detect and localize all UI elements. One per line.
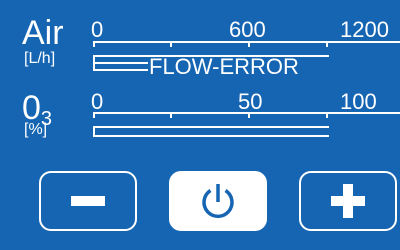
plus-icon	[331, 184, 365, 218]
ozone-unit: [%]	[24, 121, 48, 138]
air-tick-0: 0	[91, 17, 104, 42]
power-icon	[202, 184, 234, 219]
power-button[interactable]	[169, 171, 267, 231]
air-flow-error-status: FLOW-ERROR	[149, 54, 299, 79]
ozone-tick-0: 0	[91, 89, 104, 114]
ozone-tick-100: 100	[340, 89, 377, 114]
increase-button[interactable]	[299, 171, 397, 231]
minus-icon	[71, 196, 105, 206]
decrease-button[interactable]	[39, 171, 137, 231]
air-tick-600: 600	[229, 17, 266, 42]
air-unit: [L/h]	[24, 50, 56, 67]
ozone-tick-50: 50	[238, 89, 263, 114]
controller-display: Air [L/h] 0 600 1200 FLOW-ERROR 03 [%] 0…	[0, 0, 400, 250]
air-title: Air	[22, 14, 64, 52]
air-tick-1200: 1200	[340, 17, 389, 42]
